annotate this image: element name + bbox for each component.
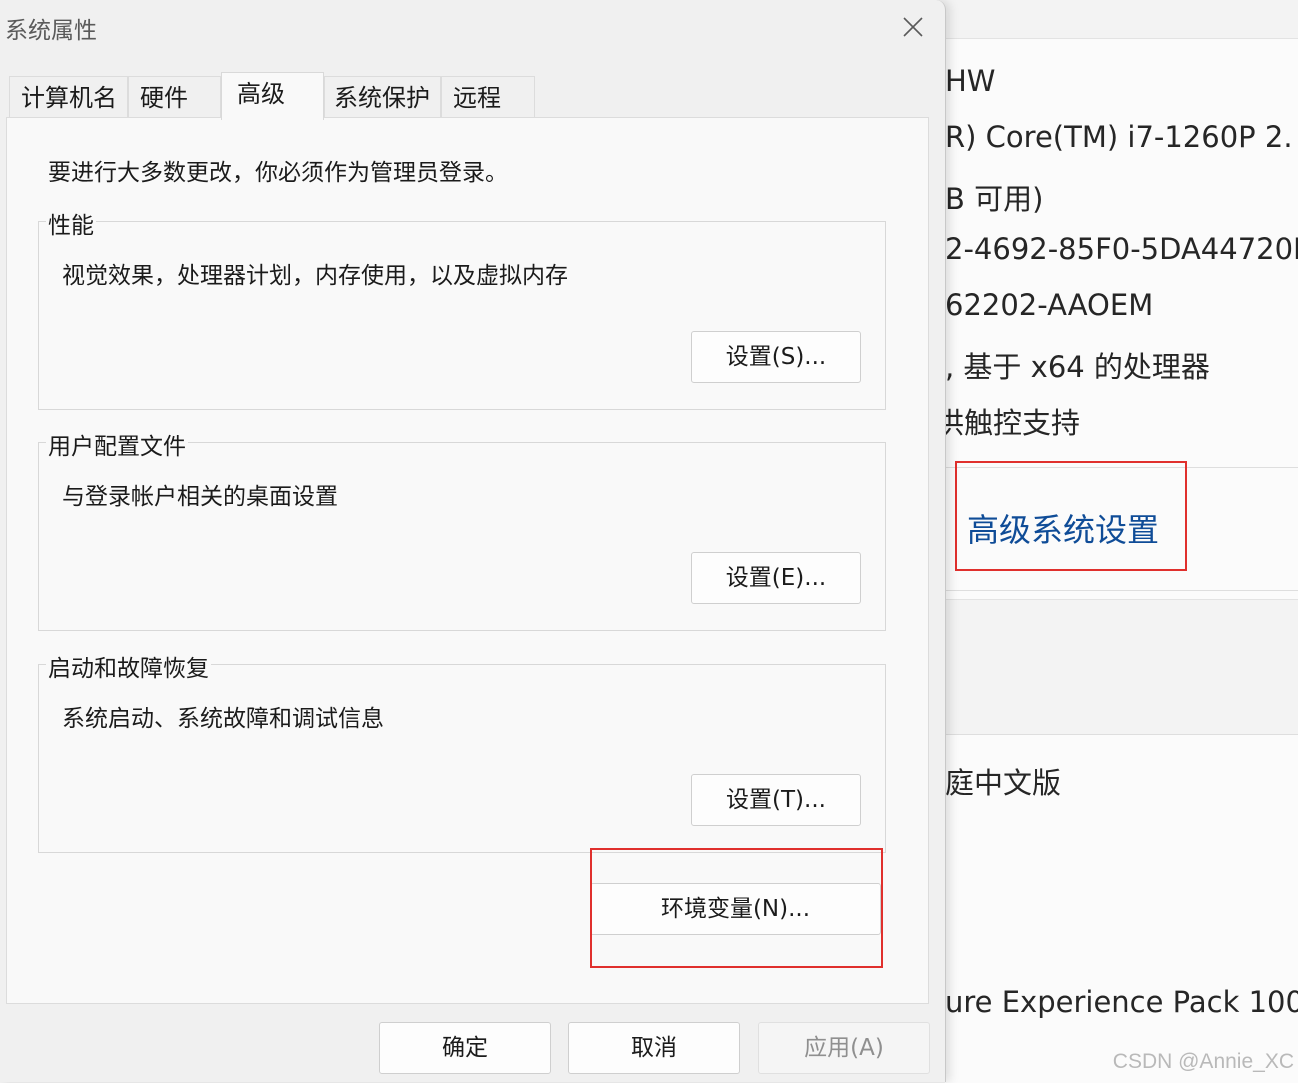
tab-system-protection[interactable]: 系统保护 bbox=[324, 76, 441, 118]
admin-notice: 要进行大多数更改，你必须作为管理员登录。 bbox=[48, 160, 508, 186]
startup-recovery-group: 启动和故障恢复 系统启动、系统故障和调试信息 设置(T)... bbox=[38, 649, 886, 853]
advanced-link-highlight bbox=[955, 461, 1187, 571]
group-description: 与登录帐户相关的桌面设置 bbox=[62, 484, 338, 510]
cancel-button[interactable]: 取消 bbox=[568, 1022, 740, 1074]
tab-computer-name[interactable]: 计算机名 bbox=[9, 76, 128, 118]
spec-line-pen-touch: 供触控支持 bbox=[935, 406, 1081, 440]
spec-line-processor: R) Core(TM) i7-1260P 2. bbox=[945, 120, 1293, 154]
performance-settings-button[interactable]: 设置(S)... bbox=[691, 331, 861, 383]
close-button[interactable] bbox=[893, 8, 933, 48]
windows-experience: ure Experience Pack 1000 bbox=[945, 985, 1298, 1019]
user-profiles-group: 用户配置文件 与登录帐户相关的桌面设置 设置(E)... bbox=[38, 427, 886, 631]
close-icon bbox=[903, 17, 923, 37]
system-properties-dialog: 系统属性 计算机名 硬件 高级 系统保护 远程 要进行大多数更改，你必须作为管理… bbox=[0, 0, 946, 1082]
watermark: CSDN @Annie_XC bbox=[1112, 1050, 1294, 1073]
group-description: 视觉效果，处理器计划，内存使用，以及虚拟内存 bbox=[62, 263, 568, 289]
spec-line-product-id: 62202-AAOEM bbox=[945, 288, 1154, 322]
group-title: 启动和故障恢复 bbox=[46, 649, 211, 683]
tab-advanced[interactable]: 高级 bbox=[221, 72, 324, 120]
spec-line-ram: B 可用) bbox=[945, 182, 1044, 216]
group-description: 系统启动、系统故障和调试信息 bbox=[62, 706, 384, 732]
performance-group: 性能 视觉效果，处理器计划，内存使用，以及虚拟内存 设置(S)... bbox=[38, 206, 886, 410]
spec-line-device-name: HW bbox=[945, 64, 996, 98]
divider bbox=[945, 590, 1298, 591]
group-title: 性能 bbox=[46, 206, 96, 240]
spec-line-system-type: , 基于 x64 的处理器 bbox=[945, 350, 1210, 384]
windows-edition: 庭中文版 bbox=[945, 766, 1062, 800]
spec-line-device-id: 2-4692-85F0-5DA44720E bbox=[945, 232, 1298, 266]
tab-hardware[interactable]: 硬件 bbox=[128, 76, 221, 118]
group-title: 用户配置文件 bbox=[46, 427, 188, 461]
environment-variables-button[interactable]: 环境变量(N)... bbox=[590, 883, 881, 935]
dialog-title: 系统属性 bbox=[5, 18, 97, 44]
startup-recovery-settings-button[interactable]: 设置(T)... bbox=[691, 774, 861, 826]
user-profiles-settings-button[interactable]: 设置(E)... bbox=[691, 552, 861, 604]
apply-button[interactable]: 应用(A) bbox=[758, 1022, 930, 1074]
tab-remote[interactable]: 远程 bbox=[441, 76, 535, 118]
ok-button[interactable]: 确定 bbox=[379, 1022, 551, 1074]
